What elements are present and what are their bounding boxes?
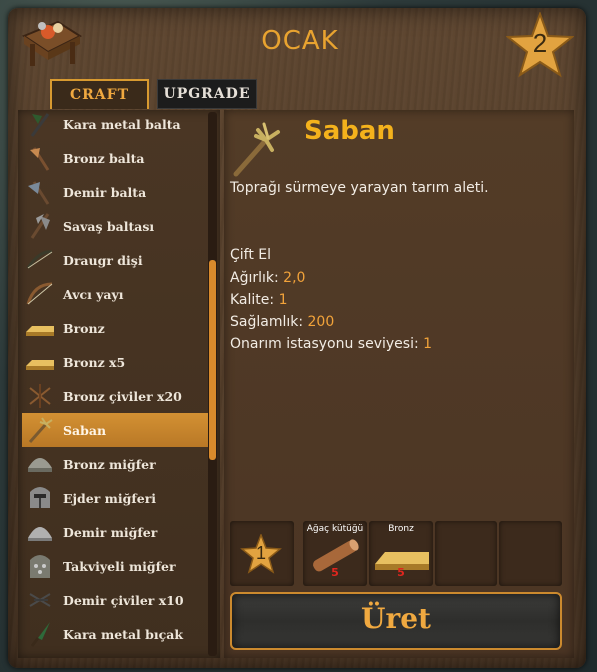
tab-upgrade[interactable]: UPGRADE xyxy=(157,79,257,109)
bronze-bar-icon xyxy=(26,360,54,370)
recipe-item[interactable]: Savaş baltası xyxy=(22,209,209,243)
blackmetal-axe-icon xyxy=(30,113,50,137)
bronze-axe-icon xyxy=(30,147,50,171)
requirement-name: Ağaç kütüğü xyxy=(306,524,364,534)
recipe-item[interactable]: Demir çiviler x10 xyxy=(22,583,209,617)
stat-label: Sağlamlık: xyxy=(230,314,304,330)
stat-repair-level: Onarım istasyonu seviyesi: 1 xyxy=(230,336,432,352)
recipe-label: Demir miğfer xyxy=(63,524,158,540)
cultivator-icon xyxy=(233,122,280,177)
recipe-item[interactable]: Draugr dişi xyxy=(22,243,209,277)
recipe-list-scrollbar[interactable] xyxy=(208,112,217,656)
requirement-amount: 5 xyxy=(331,566,339,579)
stat-weight: Ağırlık: 2,0 xyxy=(230,270,305,286)
dragon-helmet-icon xyxy=(30,487,50,508)
recipe-label: Bronz çiviler x20 xyxy=(63,388,182,404)
bronze-helmet-icon xyxy=(28,458,52,472)
empty-requirement-slot xyxy=(499,521,562,586)
stat-value: 1 xyxy=(423,336,433,352)
station-title: OCAK xyxy=(261,26,339,56)
station-level: 2 xyxy=(532,28,548,58)
stat-quality: Kalite: 1 xyxy=(230,292,288,308)
scrollbar-thumb[interactable] xyxy=(209,260,216,460)
recipe-label: Bronz balta xyxy=(63,150,145,166)
recipe-label: Savaş baltası xyxy=(63,218,155,234)
recipe-list[interactable]: Kara metal balta Bronz balta Demir balta… xyxy=(18,110,220,658)
recipe-label: Takviyeli miğfer xyxy=(63,558,176,574)
stat-value: 200 xyxy=(307,314,335,330)
hunter-bow-icon xyxy=(26,282,53,305)
recipe-label: Demir çiviler x10 xyxy=(63,592,184,608)
quality-level: 1 xyxy=(255,543,266,563)
recipe-item[interactable]: Demir balta xyxy=(22,175,209,209)
recipe-label: Kara metal balta xyxy=(63,116,181,132)
draugr-fang-bow-icon xyxy=(26,250,53,269)
iron-nails-icon xyxy=(29,593,51,607)
stat-label: Kalite: xyxy=(230,292,275,308)
recipe-label: Bronz miğfer xyxy=(63,456,156,472)
recipe-label: Ejder miğferi xyxy=(63,490,157,506)
item-description: Toprağı sürmeye yarayan tarım aleti. xyxy=(230,180,489,196)
iron-helmet-icon xyxy=(28,527,52,541)
recipe-label: Bronz xyxy=(63,320,105,336)
stat-durability: Sağlamlık: 200 xyxy=(230,314,334,330)
recipe-label: Saban xyxy=(63,422,107,438)
requirement-amount: 5 xyxy=(397,566,405,579)
recipe-label: Bronz x5 xyxy=(63,354,126,370)
recipe-label: Demir balta xyxy=(63,184,147,200)
recipe-item[interactable]: Ejder miğferi xyxy=(22,481,209,515)
bronze-bar-icon xyxy=(26,326,54,336)
stat-value: 1 xyxy=(278,292,288,308)
bronze-nails-icon xyxy=(29,384,51,408)
item-name: Saban xyxy=(304,116,395,146)
recipe-item[interactable]: Demir miğfer xyxy=(22,515,209,549)
recipe-label: Kara metal bıçak xyxy=(63,626,184,642)
recipe-item[interactable]: Kara metal bıçak xyxy=(22,617,209,651)
stat-value: 2,0 xyxy=(283,270,306,286)
battleaxe-icon xyxy=(30,213,50,239)
recipe-item[interactable]: Bronz balta xyxy=(22,141,209,175)
recipe-item[interactable]: Kara metal balta xyxy=(22,110,209,141)
recipe-item[interactable]: Bronz x5 xyxy=(22,345,209,379)
empty-requirement-slot xyxy=(435,521,497,586)
recipe-label: Avcı yayı xyxy=(63,286,124,302)
padded-helmet-icon xyxy=(30,555,50,578)
item-handedness: Çift El xyxy=(230,247,272,263)
recipe-item[interactable]: Avcı yayı xyxy=(22,277,209,311)
workbench-icon xyxy=(21,20,83,66)
recipe-item[interactable]: Bronz xyxy=(22,311,209,345)
recipe-item-selected[interactable]: Saban xyxy=(22,413,209,447)
cultivator-icon xyxy=(28,417,53,443)
requirement-name: Bronz xyxy=(388,524,414,534)
recipe-label: Draugr dişi xyxy=(63,252,143,268)
recipe-item[interactable]: Takviyeli miğfer xyxy=(22,549,209,583)
blackmetal-knife-icon xyxy=(30,622,50,647)
recipe-item[interactable]: Bronz miğfer xyxy=(22,447,209,481)
recipe-item[interactable]: Bronz çiviler x20 xyxy=(22,379,209,413)
iron-axe-icon xyxy=(28,181,50,205)
tab-craft[interactable]: CRAFT xyxy=(50,79,149,109)
stat-label: Ağırlık: xyxy=(230,270,279,286)
stat-label: Onarım istasyonu seviyesi: xyxy=(230,336,419,352)
craft-button-label[interactable]: Üret xyxy=(230,602,562,635)
